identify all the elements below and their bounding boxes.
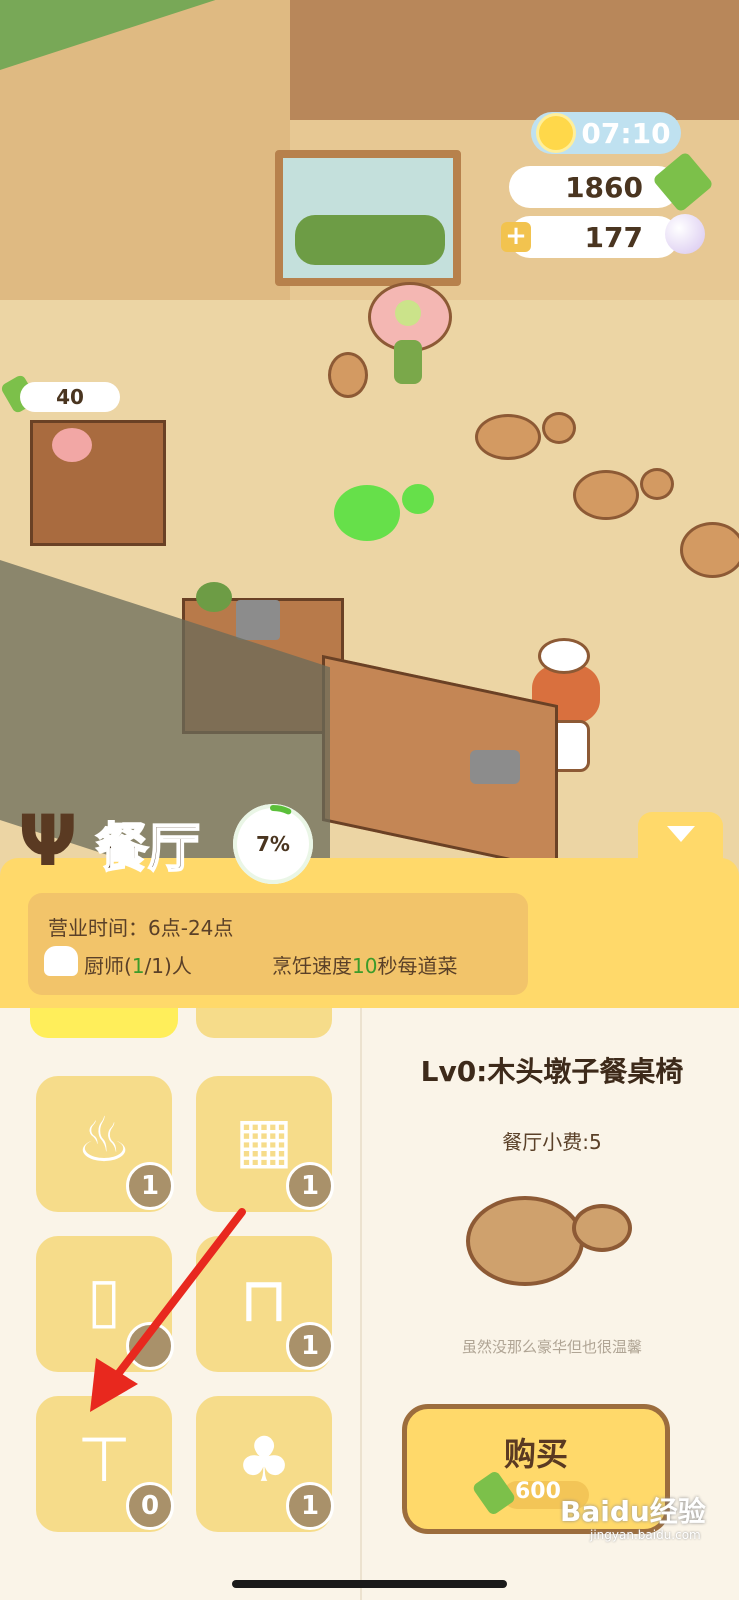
home-indicator[interactable]: [232, 1580, 507, 1588]
watermark-logo: Baidu经验: [560, 1495, 706, 1528]
arrow-head: [90, 1358, 138, 1412]
annotation-arrow: [90, 1208, 246, 1412]
arrow-shaft: [108, 1208, 246, 1386]
watermark-url: jingyan.baidu.com: [590, 1528, 701, 1542]
